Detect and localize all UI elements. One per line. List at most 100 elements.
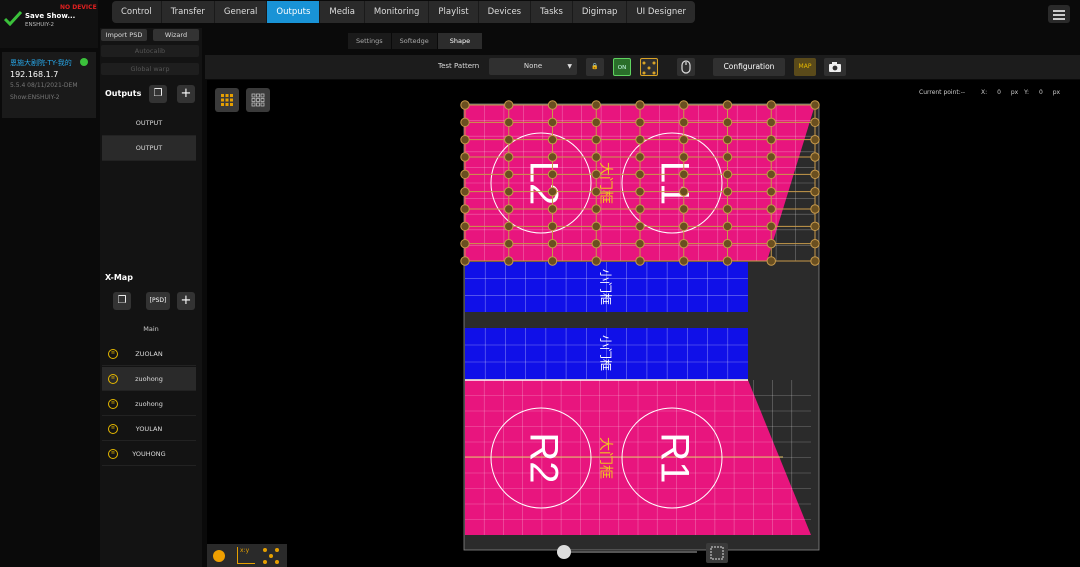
- tab-softedge[interactable]: Softedge: [392, 33, 438, 49]
- warp-point[interactable]: [591, 100, 601, 110]
- tab-shape[interactable]: Shape: [437, 33, 484, 49]
- warp-point[interactable]: [547, 134, 558, 145]
- mouse-icon[interactable]: [677, 58, 695, 76]
- warp-point[interactable]: [679, 221, 689, 232]
- warp-point[interactable]: [722, 100, 733, 110]
- warp-point[interactable]: [635, 169, 645, 180]
- on-toggle[interactable]: ON: [613, 58, 631, 76]
- map-button[interactable]: MAP: [794, 58, 816, 76]
- warp-point[interactable]: [635, 117, 645, 128]
- warp-point[interactable]: [591, 134, 601, 145]
- warp-point[interactable]: [722, 221, 733, 232]
- warp-point[interactable]: [460, 100, 470, 110]
- warp-point[interactable]: [504, 204, 514, 214]
- global-warp-button[interactable]: Global warp: [101, 63, 199, 75]
- warp-point[interactable]: [547, 256, 558, 266]
- warp-point[interactable]: [766, 186, 776, 197]
- warp-point[interactable]: [504, 169, 514, 180]
- warp-point[interactable]: [547, 221, 558, 232]
- warp-point[interactable]: [679, 256, 689, 266]
- tab-outputs[interactable]: Outputs: [267, 1, 321, 23]
- warp-point[interactable]: [635, 152, 645, 162]
- menu-icon[interactable]: [1048, 5, 1070, 23]
- warp-point[interactable]: [722, 169, 733, 180]
- warp-point[interactable]: [504, 238, 514, 249]
- warp-point[interactable]: [722, 186, 733, 197]
- warp-point[interactable]: [635, 256, 645, 266]
- point-mode-icon[interactable]: [211, 548, 227, 564]
- bezier-icon[interactable]: [262, 547, 280, 565]
- tab-settings[interactable]: Settings: [348, 33, 392, 49]
- warp-point[interactable]: [679, 100, 689, 110]
- warp-point[interactable]: [547, 117, 558, 128]
- warp-point[interactable]: [460, 256, 470, 266]
- wizard-button[interactable]: Wizard: [153, 29, 199, 41]
- tab-monitoring[interactable]: Monitoring: [365, 1, 430, 23]
- warp-point[interactable]: [460, 186, 470, 197]
- warp-point[interactable]: [635, 221, 645, 232]
- output-item[interactable]: OUTPUT: [102, 136, 196, 161]
- warp-point[interactable]: [766, 238, 776, 249]
- warp-point[interactable]: [547, 186, 558, 197]
- warp-point[interactable]: [810, 238, 820, 249]
- camera-icon[interactable]: [824, 58, 846, 76]
- warp-point[interactable]: [504, 186, 514, 197]
- warp-point[interactable]: [766, 134, 776, 145]
- output-item[interactable]: OUTPUT: [102, 111, 196, 136]
- warp-point[interactable]: [810, 152, 820, 162]
- tab-tasks[interactable]: Tasks: [531, 1, 573, 23]
- warp-point[interactable]: [591, 221, 601, 232]
- warp-point[interactable]: [591, 169, 601, 180]
- tab-general[interactable]: General: [215, 1, 268, 23]
- warp-canvas[interactable]: Current point:-- X: 0 px Y: 0 px L2 L1 大…: [207, 80, 1080, 567]
- warp-point[interactable]: [504, 117, 514, 128]
- add-xmap-icon[interactable]: +: [177, 292, 195, 310]
- warp-point[interactable]: [766, 204, 776, 214]
- warp-point[interactable]: [810, 256, 820, 266]
- autocalib-button[interactable]: Autocalib: [101, 45, 199, 57]
- fit-view-icon[interactable]: [706, 543, 728, 563]
- warp-point[interactable]: [766, 169, 776, 180]
- warp-point[interactable]: [460, 221, 470, 232]
- warp-point[interactable]: [722, 204, 733, 214]
- warp-point[interactable]: [460, 134, 470, 145]
- test-pattern-select[interactable]: None ▼: [489, 58, 577, 75]
- xmap-item[interactable]: ≡ zuohong: [102, 392, 196, 416]
- warp-point[interactable]: [460, 117, 470, 128]
- warp-point[interactable]: [547, 204, 558, 214]
- warp-point[interactable]: [547, 100, 558, 110]
- warp-point[interactable]: [679, 117, 689, 128]
- warp-point[interactable]: [810, 134, 820, 145]
- warp-point[interactable]: [591, 256, 601, 266]
- warp-point[interactable]: [766, 117, 776, 128]
- warp-point[interactable]: [460, 152, 470, 162]
- warp-point[interactable]: [635, 238, 645, 249]
- warp-point[interactable]: [810, 186, 820, 197]
- warp-point[interactable]: [504, 100, 514, 110]
- warp-point[interactable]: [460, 169, 470, 180]
- tab-digimap[interactable]: Digimap: [573, 1, 628, 23]
- warp-point[interactable]: [766, 256, 776, 266]
- warp-point[interactable]: [591, 238, 601, 249]
- warp-point[interactable]: [504, 152, 514, 162]
- warp-point[interactable]: [810, 204, 820, 214]
- warp-point[interactable]: [766, 221, 776, 232]
- warp-point[interactable]: [591, 152, 601, 162]
- warp-point[interactable]: [810, 100, 820, 110]
- warp-point[interactable]: [547, 152, 558, 162]
- warp-point[interactable]: [504, 221, 514, 232]
- tab-media[interactable]: Media: [320, 1, 365, 23]
- warp-point[interactable]: [591, 117, 601, 128]
- tab-transfer[interactable]: Transfer: [162, 1, 215, 23]
- warp-point[interactable]: [635, 204, 645, 214]
- tab-playlist[interactable]: Playlist: [429, 1, 479, 23]
- warp-point[interactable]: [766, 100, 776, 110]
- warp-point[interactable]: [679, 169, 689, 180]
- warp-point[interactable]: [679, 134, 689, 145]
- warp-point[interactable]: [504, 256, 514, 266]
- zoom-slider-thumb[interactable]: [557, 545, 571, 559]
- xmap-item[interactable]: ≡ YOULAN: [102, 417, 196, 441]
- configuration-button[interactable]: Configuration: [713, 58, 785, 76]
- output-stage[interactable]: L2 L1 大门框 小门框 小门框 R2 R1 大门框: [207, 80, 1080, 567]
- warp-point[interactable]: [635, 186, 645, 197]
